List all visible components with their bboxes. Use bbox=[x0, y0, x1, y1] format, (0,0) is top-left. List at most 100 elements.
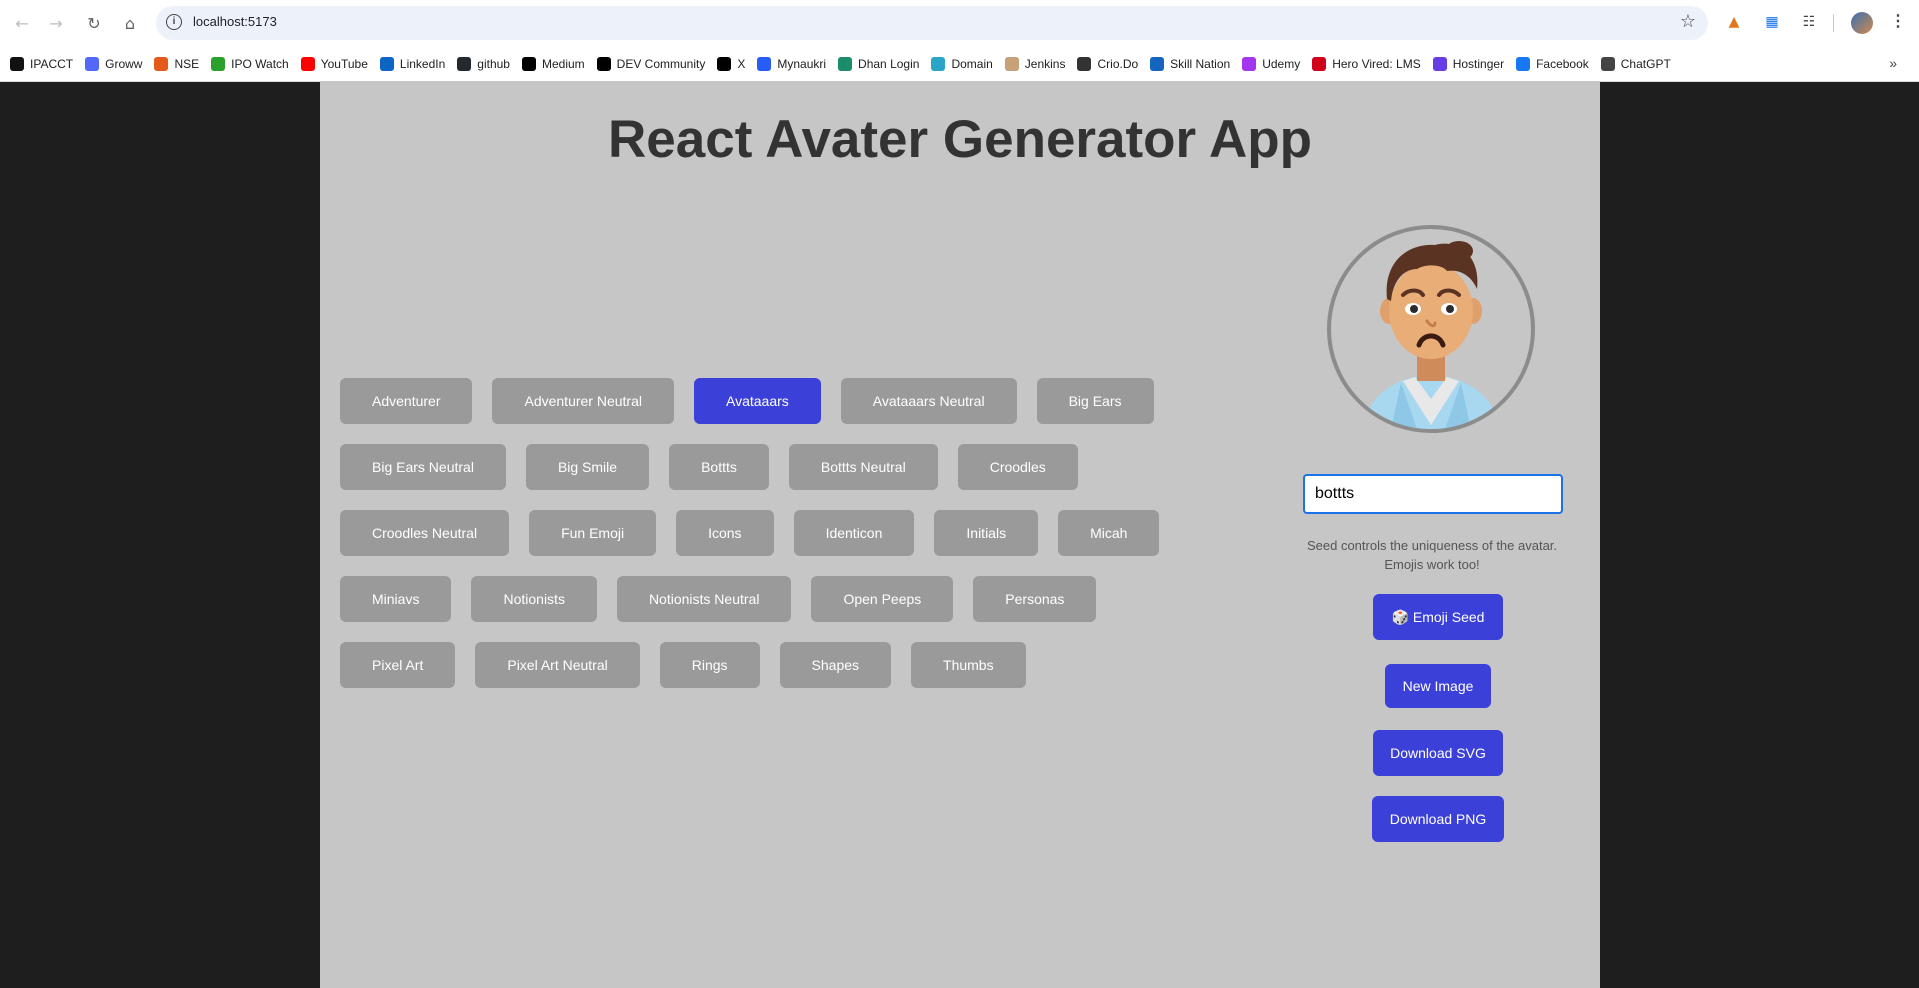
extensions-puzzle-icon[interactable]: ☷ bbox=[1799, 12, 1819, 32]
style-button-identicon[interactable]: Identicon bbox=[793, 510, 915, 556]
domain-icon bbox=[931, 57, 946, 71]
ipo-watch-icon bbox=[211, 57, 226, 71]
bookmark-item[interactable]: Groww bbox=[85, 57, 142, 71]
style-button-avataaars[interactable]: Avataaars bbox=[694, 378, 821, 424]
style-button-big-ears-neutral[interactable]: Big Ears Neutral bbox=[340, 444, 506, 490]
style-button-croodles-neutral[interactable]: Croodles Neutral bbox=[340, 510, 510, 556]
style-button-thumbs[interactable]: Thumbs bbox=[911, 642, 1026, 688]
bookmark-item[interactable]: NSE bbox=[154, 57, 199, 71]
bookmark-label: Crio.Do bbox=[1097, 57, 1139, 71]
style-button-pixel-art-neutral[interactable]: Pixel Art Neutral bbox=[475, 642, 640, 688]
style-button-notionists-neutral[interactable]: Notionists Neutral bbox=[616, 576, 792, 622]
bookmark-item[interactable]: IPACCT bbox=[10, 57, 73, 71]
bookmark-item[interactable]: IPO Watch bbox=[211, 57, 289, 71]
style-button-big-smile[interactable]: Big Smile bbox=[525, 444, 650, 490]
linkedin-icon bbox=[379, 57, 394, 71]
reload-icon[interactable]: ↻ bbox=[82, 11, 106, 35]
x-icon bbox=[717, 57, 732, 71]
style-button-rings[interactable]: Rings bbox=[659, 642, 760, 688]
metamask-icon[interactable]: ▲ bbox=[1724, 12, 1744, 32]
toolbar-divider bbox=[1833, 14, 1834, 32]
avatar-preview bbox=[1327, 225, 1535, 433]
bookmark-item[interactable]: YouTube bbox=[300, 57, 368, 71]
bookmark-label: Hostinger bbox=[1452, 57, 1505, 71]
groww-icon bbox=[85, 57, 100, 71]
style-button-icons[interactable]: Icons bbox=[676, 510, 774, 556]
bookmark-item[interactable]: DEV Community bbox=[596, 57, 705, 71]
page-title: React Avater Generator App bbox=[608, 110, 1312, 169]
browser-menu-icon[interactable]: ⋮ bbox=[1890, 11, 1906, 31]
style-button-micah[interactable]: Micah bbox=[1058, 510, 1160, 556]
style-button-bottts[interactable]: Bottts bbox=[669, 444, 769, 490]
style-button-croodles[interactable]: Croodles bbox=[957, 444, 1078, 490]
style-button-fun-emoji[interactable]: Fun Emoji bbox=[529, 510, 657, 556]
ipacct-icon bbox=[10, 57, 24, 71]
download-svg-button[interactable]: Download SVG bbox=[1373, 730, 1503, 776]
avatar-style-grid: Adventurer Adventurer Neutral Avataaars Ava… bbox=[340, 378, 1220, 708]
bookmark-item[interactable]: LinkedIn bbox=[379, 57, 446, 71]
style-button-bottts-neutral[interactable]: Bottts Neutral bbox=[788, 444, 938, 490]
bookmark-label: Groww bbox=[105, 57, 143, 71]
bookmark-item[interactable]: Jenkins bbox=[1004, 57, 1065, 71]
bookmark-label: LinkedIn bbox=[399, 57, 446, 71]
bookmark-label: ChatGPT bbox=[1620, 57, 1671, 71]
bookmark-item[interactable]: Hostinger bbox=[1432, 57, 1505, 71]
chatgpt-icon bbox=[1600, 57, 1615, 71]
style-button-big-ears[interactable]: Big Ears bbox=[1036, 378, 1154, 424]
bookmark-item[interactable]: Domain bbox=[931, 57, 993, 71]
seed-input[interactable] bbox=[1303, 474, 1563, 514]
hostinger-icon bbox=[1432, 57, 1447, 71]
crio-icon bbox=[1077, 57, 1092, 71]
bookmark-item[interactable]: Facebook bbox=[1516, 57, 1589, 71]
style-button-miniavs[interactable]: Miniavs bbox=[340, 576, 452, 622]
bookmark-label: IPACCT bbox=[30, 57, 74, 71]
naukri-icon bbox=[757, 57, 772, 71]
emoji-seed-button[interactable]: 🎲 Emoji Seed bbox=[1373, 594, 1503, 640]
style-button-notionists[interactable]: Notionists bbox=[471, 576, 597, 622]
avatar-image bbox=[1361, 241, 1501, 429]
style-button-adventurer-neutral[interactable]: Adventurer Neutral bbox=[492, 378, 674, 424]
address-url[interactable]: localhost:5173 bbox=[193, 14, 277, 29]
style-button-row: Pixel Art Pixel Art Neutral Rings Shapes Thu… bbox=[340, 642, 1220, 688]
bookmark-item[interactable]: Hero Vired: LMS bbox=[1312, 57, 1421, 71]
bookmark-item[interactable]: ChatGPT bbox=[1600, 57, 1671, 71]
dev-icon bbox=[596, 57, 611, 71]
bookmark-star-icon[interactable]: ☆ bbox=[1680, 11, 1696, 32]
home-icon[interactable]: ⌂ bbox=[118, 11, 142, 35]
bookmarks-overflow-icon[interactable]: » bbox=[1889, 55, 1897, 71]
profile-avatar[interactable] bbox=[1851, 12, 1873, 34]
bookmark-item[interactable]: Skill Nation bbox=[1150, 57, 1230, 71]
browser-toolbar: ← → ↻ ⌂ i localhost:5173 ☆ ▲ ▦ ☷ ⋮ bbox=[0, 0, 1919, 47]
style-button-row: Adventurer Adventurer Neutral Avataaars Ava… bbox=[340, 378, 1220, 424]
bookmark-item[interactable]: Medium bbox=[521, 57, 585, 71]
download-png-button[interactable]: Download PNG bbox=[1372, 796, 1504, 842]
new-image-button[interactable]: New Image bbox=[1385, 664, 1491, 708]
forward-icon[interactable]: → bbox=[44, 11, 68, 35]
bookmark-label: Hero Vired: LMS bbox=[1332, 57, 1421, 71]
skill-nation-icon bbox=[1150, 57, 1165, 71]
style-button-shapes[interactable]: Shapes bbox=[779, 642, 892, 688]
style-button-personas[interactable]: Personas bbox=[973, 576, 1097, 622]
bookmark-item[interactable]: X bbox=[717, 57, 745, 71]
address-bar[interactable]: i localhost:5173 ☆ bbox=[156, 6, 1708, 40]
bookmark-item[interactable]: Udemy bbox=[1242, 57, 1300, 71]
bookmark-label: YouTube bbox=[320, 57, 368, 71]
extension-cast-icon[interactable]: ▦ bbox=[1762, 12, 1782, 32]
back-icon[interactable]: ← bbox=[10, 11, 34, 35]
bookmark-label: Facebook bbox=[1536, 57, 1589, 71]
bookmark-item[interactable]: Mynaukri bbox=[757, 57, 826, 71]
bookmark-item[interactable]: github bbox=[457, 57, 510, 71]
bookmarks-bar: IPACCT Groww NSE IPO Watch YouTube LinkedIn gi… bbox=[0, 47, 1919, 82]
style-button-initials[interactable]: Initials bbox=[934, 510, 1039, 556]
app-container: React Avater Generator App Adventurer Adv… bbox=[320, 81, 1600, 988]
style-button-open-peeps[interactable]: Open Peeps bbox=[811, 576, 954, 622]
site-info-icon[interactable]: i bbox=[166, 14, 182, 30]
medium-icon bbox=[521, 57, 536, 71]
bookmark-label: IPO Watch bbox=[231, 57, 289, 71]
bookmark-item[interactable]: Dhan Login bbox=[838, 57, 919, 71]
style-button-pixel-art[interactable]: Pixel Art bbox=[340, 642, 456, 688]
bookmark-label: NSE bbox=[174, 57, 200, 71]
style-button-adventurer[interactable]: Adventurer bbox=[340, 378, 473, 424]
style-button-avataaars-neutral[interactable]: Avataaars Neutral bbox=[840, 378, 1017, 424]
bookmark-item[interactable]: Crio.Do bbox=[1077, 57, 1138, 71]
